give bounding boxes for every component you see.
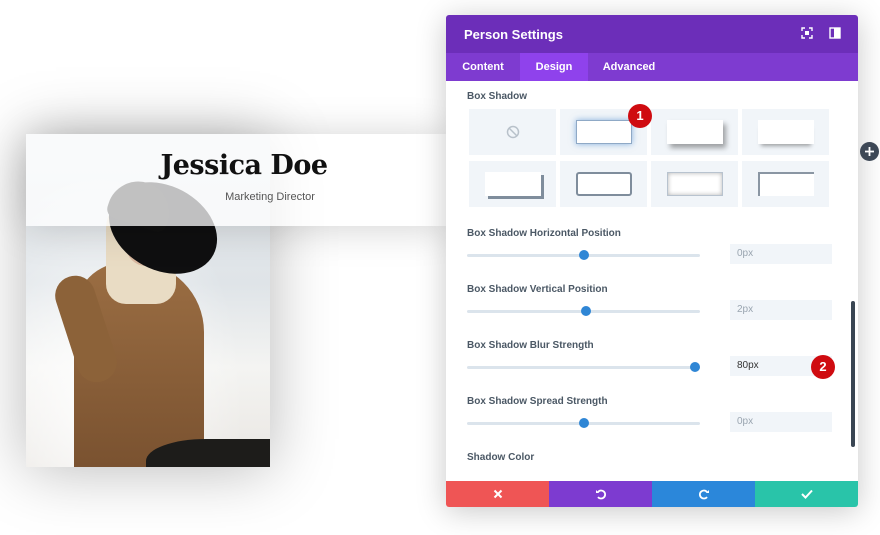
- modal-title: Person Settings: [464, 27, 563, 42]
- tab-design[interactable]: Design: [520, 53, 588, 81]
- redo-button[interactable]: [652, 481, 755, 507]
- check-icon: [800, 489, 813, 499]
- preset-swatch: [666, 172, 723, 196]
- person-name: Jessica Doe: [160, 150, 328, 181]
- add-module-button[interactable]: [860, 142, 879, 161]
- vertical-position-input[interactable]: 2px: [730, 300, 832, 320]
- tab-content[interactable]: Content: [446, 53, 520, 81]
- preset-swatch: [575, 120, 632, 144]
- preset-swatch: [757, 120, 814, 144]
- spread-strength-knob[interactable]: [579, 418, 589, 428]
- horizontal-position-label: Box Shadow Horizontal Position: [467, 228, 621, 239]
- annotation-badge-2: 2: [811, 355, 835, 379]
- shadow-color-label: Shadow Color: [467, 452, 535, 463]
- spread-strength-input[interactable]: 0px: [730, 412, 832, 432]
- preset-swatch: [666, 120, 723, 144]
- box-shadow-label: Box Shadow: [467, 91, 528, 102]
- cancel-button[interactable]: [446, 481, 549, 507]
- preset-swatch: [575, 172, 632, 196]
- vertical-position-label: Box Shadow Vertical Position: [467, 284, 608, 295]
- annotation-badge-1: 1: [628, 104, 652, 128]
- modal-body: Box Shadow Box Shadow Horizontal Positio…: [446, 81, 858, 501]
- box-shadow-preset-4[interactable]: [469, 161, 556, 207]
- preset-swatch: [484, 172, 541, 196]
- close-icon: [493, 489, 502, 499]
- modal-header: Person Settings: [446, 15, 858, 53]
- undo-icon: [595, 489, 606, 500]
- no-shadow-icon: [506, 125, 520, 139]
- split-view-icon[interactable]: [829, 27, 841, 39]
- scrollbar[interactable]: [851, 301, 855, 447]
- vertical-position-knob[interactable]: [581, 306, 591, 316]
- horizontal-position-input[interactable]: 0px: [730, 244, 832, 264]
- redo-icon: [698, 489, 709, 500]
- plus-icon: [865, 147, 874, 156]
- blur-strength-slider[interactable]: [467, 366, 700, 369]
- blur-strength-knob[interactable]: [690, 362, 700, 372]
- preset-swatch: [757, 172, 814, 196]
- undo-button[interactable]: [549, 481, 652, 507]
- box-shadow-preset-2[interactable]: [651, 109, 738, 155]
- box-shadow-preset-3[interactable]: [742, 109, 829, 155]
- blur-strength-label: Box Shadow Blur Strength: [467, 340, 594, 351]
- save-button[interactable]: [755, 481, 858, 507]
- box-shadow-preset-7[interactable]: [742, 161, 829, 207]
- focus-icon[interactable]: [801, 27, 813, 39]
- horizontal-position-knob[interactable]: [579, 250, 589, 260]
- box-shadow-preset-6[interactable]: [651, 161, 738, 207]
- box-shadow-preset-none[interactable]: [469, 109, 556, 155]
- box-shadow-preset-5[interactable]: [560, 161, 647, 207]
- tab-bar: Content Design Advanced: [446, 53, 858, 81]
- person-settings-modal: Person Settings Content Design Advanced …: [446, 15, 858, 507]
- tab-advanced[interactable]: Advanced: [588, 53, 670, 81]
- spread-strength-label: Box Shadow Spread Strength: [467, 396, 608, 407]
